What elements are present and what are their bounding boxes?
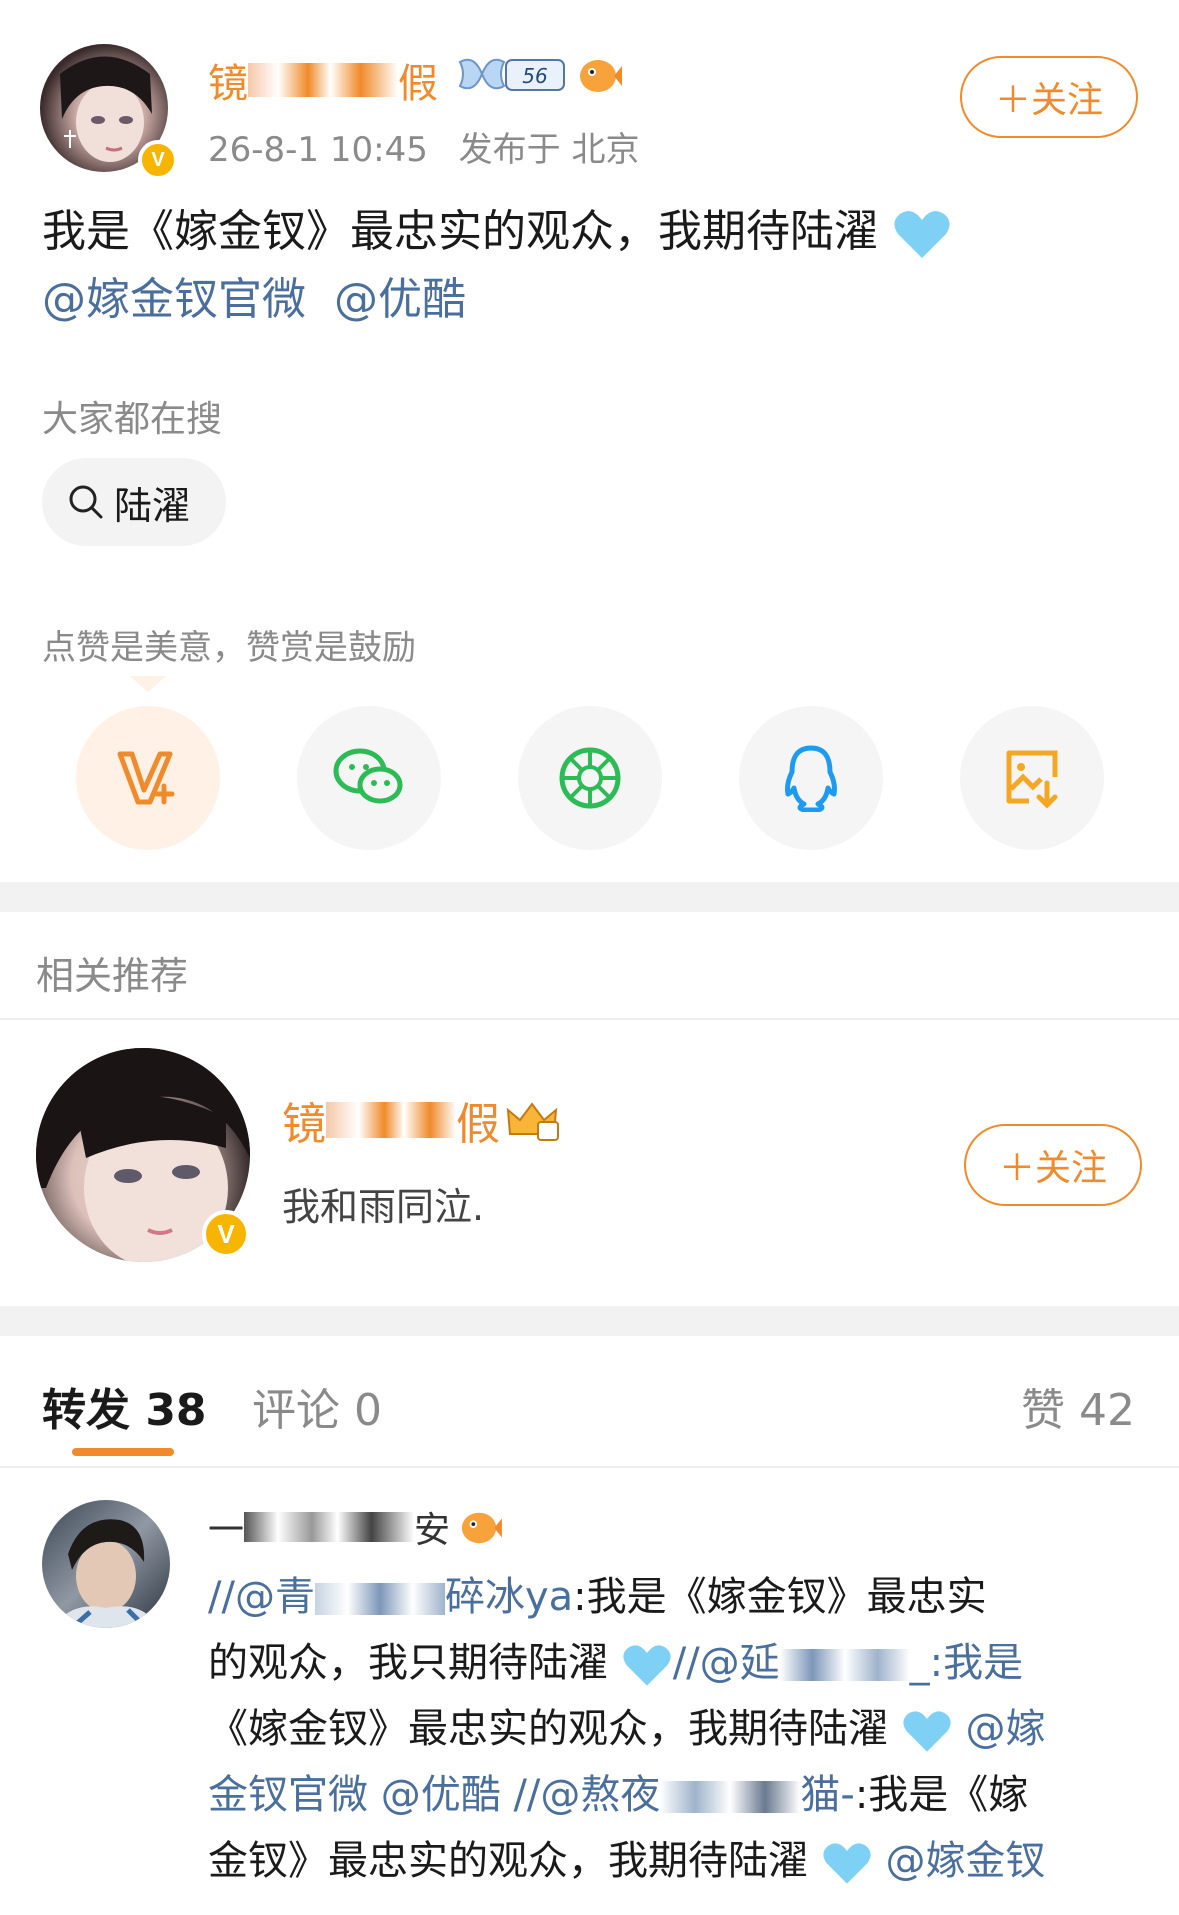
blurred-text: [779, 1649, 910, 1681]
wechat-icon: [333, 748, 403, 804]
hot-search-title: 大家都在搜: [42, 399, 223, 440]
tab-active-indicator: [72, 1448, 174, 1456]
share-save-image-button[interactable]: [960, 706, 1104, 850]
repost-text: //@青 碎冰ya:我是《嫁金钗》最忠实 的观众，我只期待陆濯 //@延 _:我是 …: [208, 1564, 1148, 1894]
hint-pointer: [130, 676, 166, 692]
mention-official-link[interactable]: @嫁金钗官微: [42, 274, 306, 325]
crown-badge-icon: [506, 1102, 559, 1141]
post-meta: 26-8-1 10:45 发布于 北京: [208, 122, 639, 171]
reposter-avatar-image: [52, 1519, 160, 1628]
svg-text:56: 56: [522, 64, 547, 88]
related-user-bio: 我和雨同泣.: [282, 1185, 485, 1229]
repost-line: 的观众，我只期待陆濯 //@延 _:我是: [208, 1630, 1148, 1696]
reposter-avatar[interactable]: [42, 1500, 170, 1628]
post-text: 我是《嫁金钗》最忠实的观众，我期待陆濯 @嫁金钗官微 @优酷: [42, 198, 1142, 334]
save-image-icon: [1006, 750, 1058, 809]
moments-icon: [559, 747, 621, 809]
repost-mention-link[interactable]: //@熬夜: [513, 1772, 660, 1818]
post-location: 发布于 北京: [458, 130, 640, 170]
tab-repost[interactable]: 转发 38: [42, 1374, 207, 1438]
author-avatar[interactable]: V: [40, 44, 178, 180]
repost-mention-link[interactable]: @嫁金钗: [885, 1838, 1045, 1884]
blue-heart-emoji-icon: [903, 1711, 951, 1752]
repost-mention-link[interactable]: //@青: [208, 1574, 315, 1620]
blue-heart-emoji-icon: [894, 211, 950, 258]
repost-mention-link[interactable]: //@延: [673, 1640, 780, 1686]
weibo-reward-icon: [117, 751, 175, 805]
blue-heart-emoji-icon: [823, 1843, 871, 1884]
blurred-text: [314, 1583, 445, 1615]
qq-icon: [785, 745, 837, 812]
blue-heart-emoji-icon: [623, 1645, 671, 1686]
divider-line: [0, 1466, 1179, 1468]
verified-badge-icon: V: [202, 1210, 250, 1258]
butterfly-level-badge-icon: 56: [452, 54, 568, 106]
search-chip-luzhuo[interactable]: 陆濯: [42, 458, 226, 546]
blurred-name: [326, 1102, 456, 1138]
related-follow-button[interactable]: ＋关注: [964, 1124, 1142, 1206]
share-wechat-button[interactable]: [297, 706, 441, 850]
verified-badge-icon: V: [138, 140, 178, 180]
follow-button[interactable]: ＋关注: [960, 56, 1138, 138]
blurred-text: [660, 1781, 801, 1813]
repost-mention-link[interactable]: @嫁: [965, 1706, 1045, 1752]
fish-emoji-icon: [576, 54, 622, 106]
blurred-name: [244, 1512, 415, 1542]
reward-hint: 点赞是美意，赞赏是鼓励: [42, 628, 416, 668]
section-divider: [0, 1306, 1179, 1336]
share-reward-button[interactable]: [76, 706, 220, 850]
related-user-avatar[interactable]: V: [36, 1048, 250, 1262]
search-icon: [69, 485, 103, 519]
tab-like[interactable]: 赞 42: [1021, 1374, 1135, 1438]
reposter-name[interactable]: 一 安: [208, 1502, 502, 1552]
section-divider: [0, 882, 1179, 912]
share-qq-button[interactable]: [739, 706, 883, 850]
share-moments-button[interactable]: [518, 706, 662, 850]
related-title: 相关推荐: [36, 954, 189, 998]
repost-mention-link[interactable]: 金钗官微 @优酷: [208, 1772, 501, 1818]
repost-line: 金钗官微 @优酷 //@熬夜 猫-:我是《嫁: [208, 1772, 1029, 1818]
blurred-name: [248, 63, 398, 97]
repost-line: 金钗》最忠实的观众，我期待陆濯 @嫁金钗: [208, 1828, 1148, 1894]
mention-youku-link[interactable]: @优酷: [334, 274, 466, 325]
tab-comment[interactable]: 评论 0: [252, 1374, 382, 1438]
repost-line: //@青 碎冰ya:我是《嫁金钗》最忠实: [208, 1574, 987, 1620]
post-timestamp: 26-8-1 10:45: [208, 130, 428, 170]
divider-line: [0, 1018, 1179, 1020]
fish-emoji-icon: [461, 1512, 502, 1544]
repost-line: 《嫁金钗》最忠实的观众，我期待陆濯 @嫁: [208, 1696, 1148, 1762]
related-user-name[interactable]: 镜 假: [282, 1090, 560, 1150]
author-name[interactable]: 镜 假 56: [208, 52, 622, 108]
